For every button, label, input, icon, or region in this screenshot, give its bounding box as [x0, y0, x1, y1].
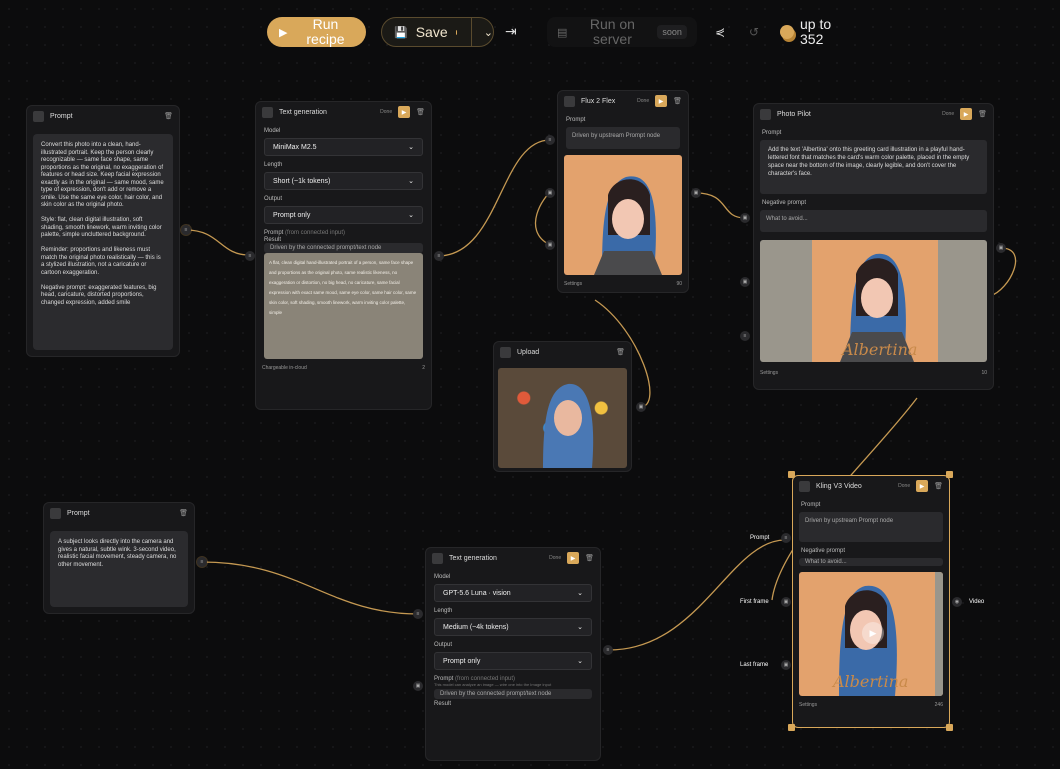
trash-icon[interactable]: 🗑 [673, 97, 682, 105]
output-port[interactable]: ≡ [197, 557, 207, 567]
input-port[interactable]: ≡ [545, 135, 555, 145]
chevron-down-icon: ⌄ [577, 624, 583, 631]
image-input-port[interactable]: ▣ [413, 681, 423, 691]
trash-icon[interactable]: 🗑 [585, 554, 594, 562]
uploaded-photo[interactable] [498, 368, 627, 468]
trash-icon[interactable]: 🗑 [978, 110, 987, 118]
kling-logo-icon [799, 480, 810, 492]
save-icon: 💾 [394, 26, 408, 39]
input-port[interactable]: ≡ [740, 331, 750, 341]
video-preview[interactable]: ▶ Albertina [799, 572, 943, 696]
resize-handle[interactable] [788, 724, 795, 731]
resize-handle[interactable] [788, 471, 795, 478]
albertina-overlay: Albertina [842, 340, 918, 359]
save-button[interactable]: 💾 Save ⌄ [381, 17, 494, 47]
kling-video-node[interactable]: Kling V3 Video Done ▶ 🗑 Prompt Driven by up… [792, 475, 950, 728]
run-node-button[interactable]: ▶ [398, 106, 411, 118]
run-node-button[interactable]: ▶ [960, 108, 973, 120]
flux-node[interactable]: Flux 2 Flex Done ▶ 🗑 Prompt Driven by upstr… [557, 90, 689, 293]
image-input-port[interactable]: ▣ [545, 188, 555, 198]
run-on-server-button[interactable]: ▤ Run on server soon [547, 17, 697, 47]
run-node-button[interactable]: ▶ [916, 480, 929, 492]
credits-display: up to 352 [780, 15, 840, 49]
text-gen-icon [262, 106, 273, 118]
text-generation-node-1[interactable]: Text generation Done ▶ 🗑 Model MiniMax M2.5… [255, 101, 432, 410]
text-generation-node-2[interactable]: Text generation Done ▶ 🗑 Model GPT-5.6 Luna… [425, 547, 601, 761]
input-port[interactable]: ≡ [245, 251, 255, 261]
model-select[interactable]: MiniMax M2.5 ⌄ [264, 138, 423, 156]
image-input-port[interactable]: ▣ [740, 213, 750, 223]
upload-icon [500, 346, 511, 358]
result-text[interactable]: A flat, clean digital hand-illustrated p… [264, 253, 423, 359]
pen-icon [33, 110, 44, 122]
play-icon: ▶ [279, 26, 288, 39]
length-select[interactable]: Medium (~4k tokens) ⌄ [434, 618, 592, 636]
chevron-down-icon: ⌄ [408, 144, 414, 151]
image-output-port[interactable]: ▣ [691, 188, 701, 198]
image-output-port[interactable]: ▣ [996, 243, 1006, 253]
export-icon[interactable]: ⇥ [505, 23, 523, 41]
output-port[interactable]: ≡ [434, 251, 444, 261]
first-frame-port[interactable]: ▣ [781, 597, 791, 607]
unsaved-dot [455, 29, 458, 35]
soon-badge: soon [657, 25, 687, 39]
edited-image[interactable]: Albertina [760, 240, 987, 362]
run-node-button[interactable]: ▶ [655, 95, 668, 107]
chevron-down-icon: ⌄ [577, 590, 583, 597]
photo-pilot-icon [760, 108, 771, 120]
output-select[interactable]: Prompt only ⌄ [434, 652, 592, 670]
history-icon[interactable]: ↺ [744, 22, 764, 42]
output-port[interactable]: ≡ [181, 225, 191, 235]
run-node-button[interactable]: ▶ [567, 552, 580, 564]
text-gen-icon [432, 552, 443, 564]
upload-node[interactable]: Upload 🗑 [493, 341, 632, 472]
coins-icon [780, 25, 794, 39]
last-frame-port[interactable]: ▣ [781, 660, 791, 670]
flux-logo-icon [564, 95, 575, 107]
trash-icon[interactable]: 🗑 [179, 509, 188, 517]
model-select[interactable]: GPT-5.6 Luna · vision ⌄ [434, 584, 592, 602]
trash-icon[interactable]: 🗑 [616, 348, 625, 356]
albertina-overlay: Albertina [833, 672, 909, 691]
prompt-text[interactable]: Convert this photo into a clean, hand-il… [33, 134, 173, 350]
prompt-input-port[interactable]: ≡ [781, 533, 791, 543]
image-input-port[interactable]: ▣ [740, 277, 750, 287]
chevron-down-icon: ⌄ [408, 178, 414, 185]
output-port[interactable]: ≡ [603, 645, 613, 655]
image-output-port[interactable]: ▣ [636, 402, 646, 412]
resize-handle[interactable] [946, 471, 953, 478]
image-input-port[interactable]: ▣ [545, 240, 555, 250]
prompt-node-2[interactable]: Prompt 🗑 A subject looks directly into th… [43, 502, 195, 614]
run-recipe-button[interactable]: ▶ Run recipe [267, 17, 366, 47]
prompt-node-1[interactable]: Prompt 🗑 Convert this photo into a clean,… [26, 105, 180, 357]
input-port[interactable]: ≡ [413, 609, 423, 619]
photo-pilot-node[interactable]: Photo Pilot Done ▶ 🗑 Prompt Add the text 'A… [753, 103, 994, 390]
portrait-illustration [594, 176, 662, 275]
chevron-down-icon: ⌄ [577, 658, 583, 665]
trash-icon[interactable]: 🗑 [934, 482, 943, 490]
share-icon[interactable]: ⋞ [710, 22, 730, 42]
resize-handle[interactable] [946, 724, 953, 731]
prompt-text[interactable]: A subject looks directly into the camera… [50, 531, 188, 607]
generated-image[interactable] [564, 155, 682, 275]
trash-icon[interactable]: 🗑 [164, 112, 173, 120]
chevron-down-icon: ⌄ [408, 212, 414, 219]
server-icon: ▤ [557, 26, 568, 39]
play-icon[interactable]: ▶ [862, 622, 884, 644]
output-select[interactable]: Prompt only ⌄ [264, 206, 423, 224]
pen-icon [50, 507, 61, 519]
video-output-port[interactable]: ◉ [952, 597, 962, 607]
length-select[interactable]: Short (~1k tokens) ⌄ [264, 172, 423, 190]
trash-icon[interactable]: 🗑 [416, 108, 425, 116]
chevron-down-icon[interactable]: ⌄ [484, 26, 493, 39]
